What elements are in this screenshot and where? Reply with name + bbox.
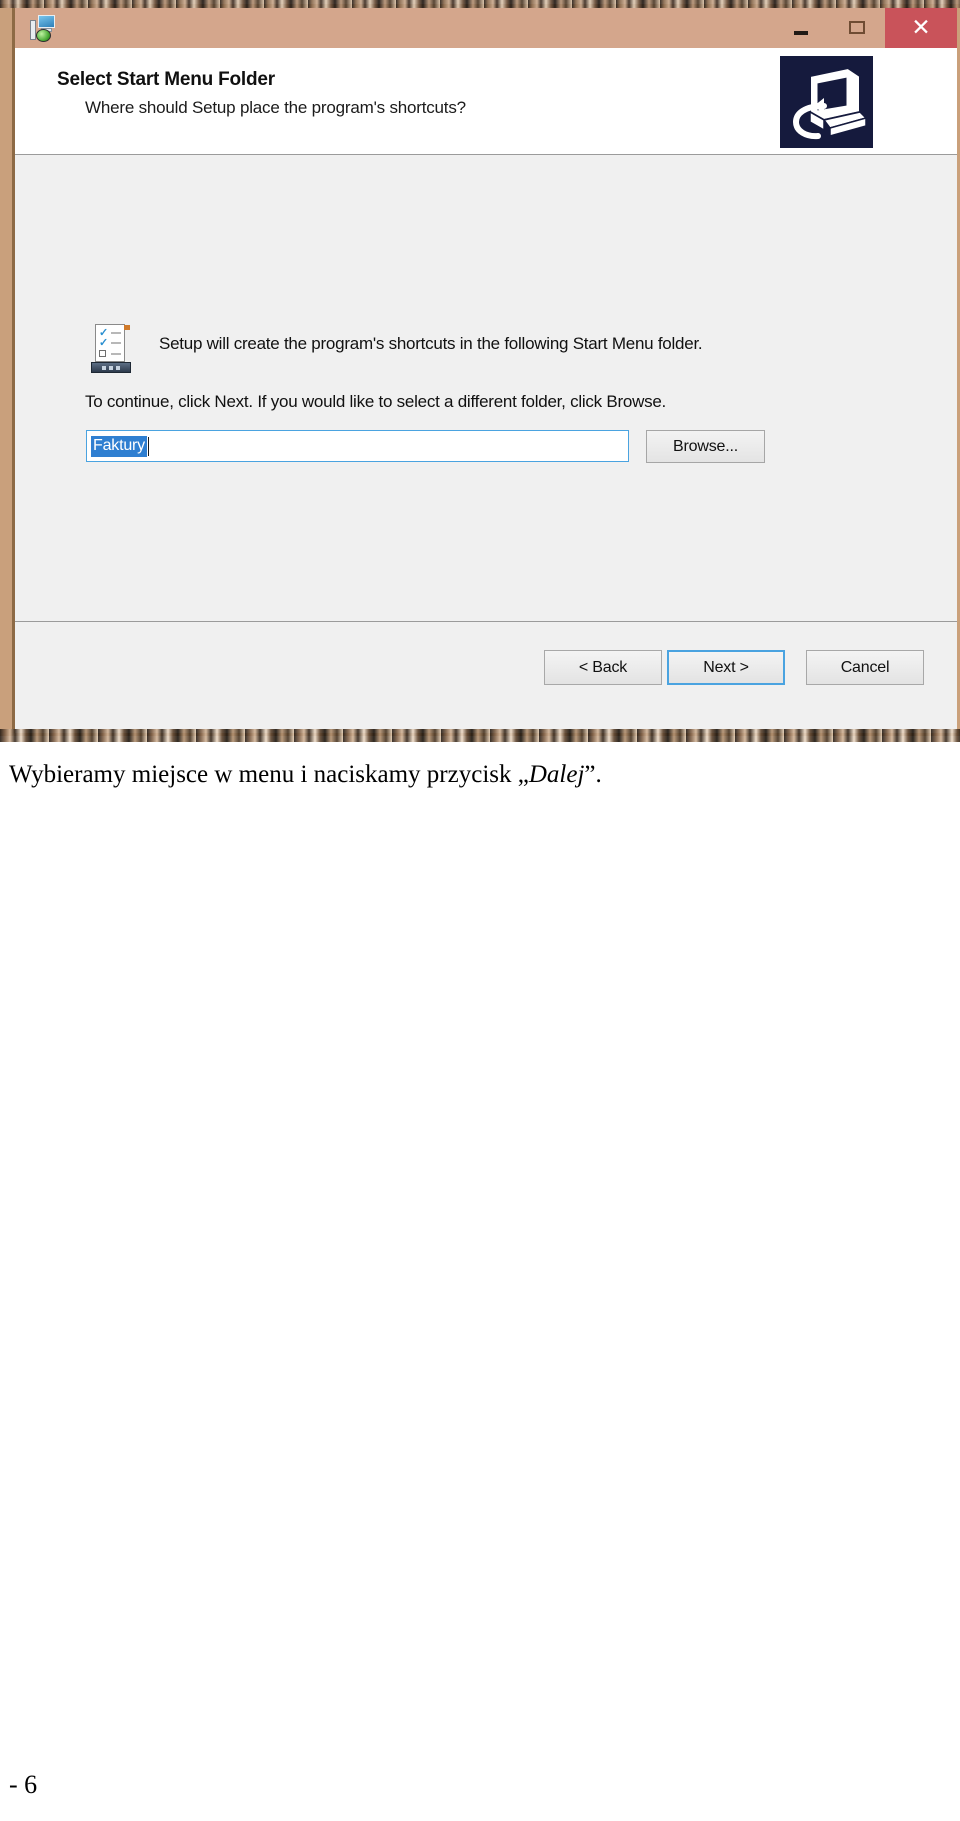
text-caret <box>147 436 149 456</box>
tray-dot-2 <box>109 365 113 370</box>
installer-window: ✕ Select Start Menu Folder Where should … <box>0 4 960 736</box>
setup-installer-icon <box>27 12 59 44</box>
wizard-body: ✓ ✓ Setup will create the program's shor… <box>15 155 957 692</box>
checklist-line-3 <box>111 353 121 355</box>
page-number: - 6 <box>9 1770 38 1799</box>
caption-emphasis: Dalej <box>528 761 585 788</box>
minimize-button[interactable] <box>773 7 829 48</box>
browse-button[interactable]: Browse... <box>646 430 765 463</box>
start-menu-folder-value: Faktury <box>91 435 147 457</box>
setup-icon-monitor <box>38 14 55 28</box>
tray-dot-3 <box>116 365 120 370</box>
instruction-primary: Setup will create the program's shortcut… <box>159 334 703 353</box>
scan-artifact-bottom <box>0 729 960 742</box>
title-bar: ✕ <box>15 7 957 48</box>
page-subtitle: Where should Setup place the program's s… <box>85 98 466 117</box>
caption-text-after: ”. <box>584 761 602 788</box>
start-menu-folder-input[interactable]: Faktury <box>86 430 629 462</box>
page-title: Select Start Menu Folder <box>57 69 275 90</box>
checklist-corner <box>124 325 130 330</box>
minimize-icon <box>794 30 808 35</box>
document-caption: Wybieramy miejsce w menu i naciskamy prz… <box>9 761 939 789</box>
wizard-footer: < Back Next > Cancel <box>15 622 957 732</box>
close-icon: ✕ <box>911 14 931 40</box>
checklist-tray <box>91 362 131 373</box>
checklist-line-2 <box>111 342 121 344</box>
navigation-buttons: < Back Next > Cancel <box>544 650 924 685</box>
checklist-line-1 <box>111 332 121 334</box>
checklist-icon: ✓ ✓ <box>91 324 131 373</box>
setup-icon-disk <box>36 28 51 42</box>
wizard-header: Select Start Menu Folder Where should Se… <box>15 48 957 155</box>
window-frame: ✕ Select Start Menu Folder Where should … <box>12 4 960 736</box>
checklist-check-2: ✓ <box>99 337 109 349</box>
next-button[interactable]: Next > <box>667 650 785 685</box>
caption-text-before: Wybieramy miejsce w menu i naciskamy prz… <box>9 761 529 788</box>
back-button[interactable]: < Back <box>544 650 662 685</box>
scan-artifact-top <box>0 0 960 8</box>
tray-dot-1 <box>102 365 106 370</box>
cancel-button[interactable]: Cancel <box>806 650 924 685</box>
checklist-check-1: ✓ <box>99 327 109 339</box>
checklist-empty-box <box>99 350 106 357</box>
maximize-icon <box>849 21 865 34</box>
instruction-secondary: To continue, click Next. If you would li… <box>85 392 667 411</box>
maximize-button[interactable] <box>829 7 885 48</box>
computer-install-banner-icon <box>780 56 873 148</box>
close-button[interactable]: ✕ <box>885 7 957 48</box>
